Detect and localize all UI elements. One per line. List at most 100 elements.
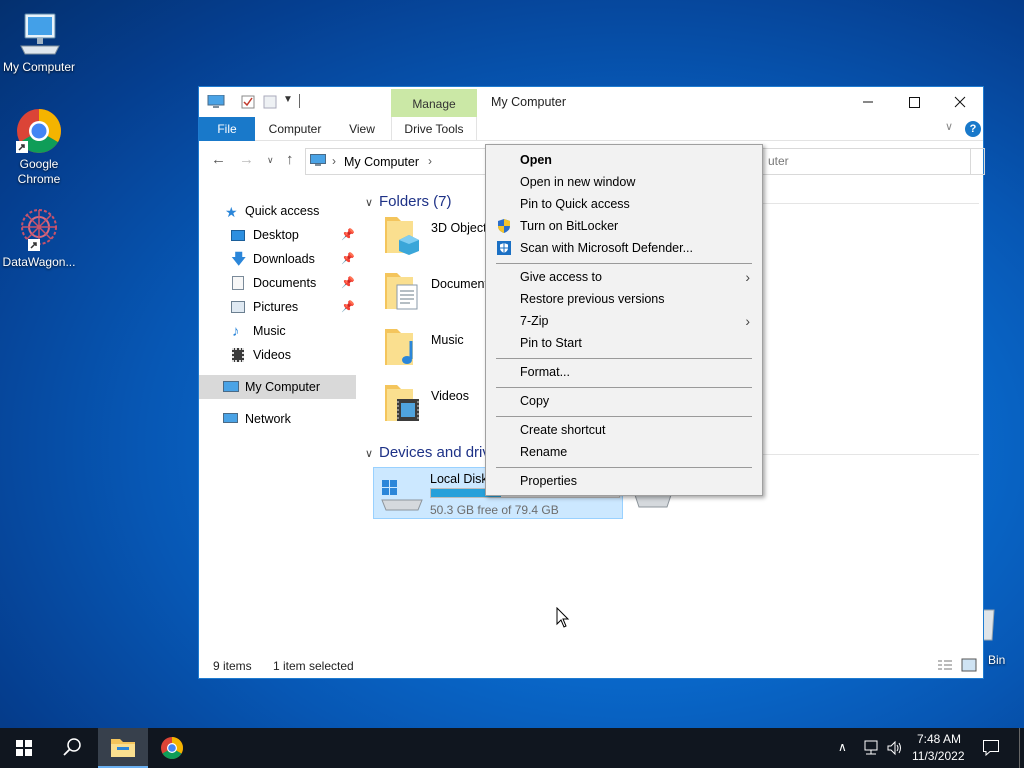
- desktop-icon-datawagon[interactable]: DataWagon...: [0, 205, 78, 270]
- pin-icon[interactable]: 📌: [341, 223, 355, 247]
- menu-item-defender-scan[interactable]: Scan with Microsoft Defender...: [486, 237, 762, 259]
- chevron-down-icon: ∨: [365, 197, 374, 209]
- menu-item-pin-start[interactable]: Pin to Start: [486, 332, 762, 354]
- recent-dropdown-icon[interactable]: ∨: [267, 155, 274, 166]
- notification-icon[interactable]: [982, 739, 1000, 760]
- context-menu: Open Open in new window Pin to Quick acc…: [485, 144, 763, 496]
- details-view-icon[interactable]: [937, 659, 953, 674]
- network-tray-icon[interactable]: [862, 740, 880, 759]
- file-explorer-taskbar-button[interactable]: [98, 728, 148, 768]
- sidebar-item-pictures[interactable]: Pictures 📌: [199, 295, 356, 319]
- maximize-button[interactable]: [891, 87, 937, 117]
- desktop-icon-my-computer[interactable]: My Computer: [0, 10, 78, 75]
- menu-item-give-access[interactable]: Give access to ›: [486, 266, 762, 288]
- menu-item-bitlocker[interactable]: Turn on BitLocker: [486, 215, 762, 237]
- folder-videos-icon[interactable]: [383, 379, 423, 421]
- menu-item-copy[interactable]: Copy: [486, 390, 762, 412]
- folder-label[interactable]: Document: [431, 277, 488, 291]
- folder-music-icon[interactable]: [383, 323, 423, 365]
- sidebar-item-videos[interactable]: Videos: [199, 343, 356, 367]
- computer-icon: [15, 10, 63, 58]
- new-folder-icon[interactable]: [263, 95, 277, 112]
- tab-drive-tools[interactable]: Drive Tools: [391, 117, 477, 141]
- download-arrow-icon: 🡇: [231, 251, 247, 268]
- qat-dropdown-icon[interactable]: ▼: [283, 94, 293, 105]
- desktop-icon-label: Google Chrome: [17, 157, 61, 186]
- menu-separator: [496, 358, 752, 359]
- sidebar-item-downloads[interactable]: 🡇 Downloads 📌: [199, 247, 356, 271]
- tab-view[interactable]: View: [339, 117, 385, 141]
- network-icon: [223, 413, 238, 423]
- folders-group-header[interactable]: ∨ Folders (7): [365, 193, 452, 210]
- sidebar-item-desktop[interactable]: Desktop 📌: [199, 223, 356, 247]
- ribbon-tabs: File Computer View Drive Tools ∨ ?: [199, 117, 983, 141]
- status-selection: 1 item selected: [273, 659, 354, 673]
- desktop-icon-label: My Computer: [2, 60, 76, 74]
- close-button[interactable]: [937, 87, 983, 117]
- taskbar: ∧ 7:48 AM 11/3/2022: [0, 728, 1024, 768]
- breadcrumb-chevron-icon[interactable]: ›: [332, 154, 336, 168]
- tab-computer[interactable]: Computer: [261, 117, 329, 141]
- search-input[interactable]: uter: [759, 148, 971, 175]
- sidebar-item-music[interactable]: ♪ Music: [199, 319, 356, 343]
- clock-time[interactable]: 7:48 AM: [917, 732, 961, 746]
- forward-arrow-icon[interactable]: →: [239, 151, 254, 168]
- expand-ribbon-icon[interactable]: ∨: [945, 120, 953, 133]
- pin-icon[interactable]: 📌: [341, 295, 355, 319]
- menu-separator: [496, 416, 752, 417]
- breadcrumb-chevron-icon[interactable]: ›: [428, 154, 432, 168]
- clock-date[interactable]: 11/3/2022: [912, 749, 965, 763]
- music-note-icon: ♪: [232, 323, 240, 340]
- defender-icon: [496, 240, 512, 263]
- folder-documents-icon[interactable]: [383, 267, 423, 310]
- back-arrow-icon[interactable]: ←: [211, 151, 226, 168]
- large-icons-view-icon[interactable]: [961, 658, 977, 675]
- chrome-taskbar-button[interactable]: [148, 728, 196, 768]
- windows-drive-icon: [378, 476, 426, 515]
- sidebar-item-my-computer[interactable]: My Computer: [199, 375, 356, 399]
- drive-free-space: 50.3 GB free of 79.4 GB: [430, 503, 559, 517]
- help-icon[interactable]: ?: [965, 121, 981, 137]
- breadcrumb-my-computer[interactable]: My Computer: [344, 155, 419, 169]
- show-desktop-button[interactable]: [1019, 728, 1024, 768]
- folder-label[interactable]: Videos: [431, 389, 469, 403]
- folder-label[interactable]: Music: [431, 333, 464, 347]
- sidebar-item-documents[interactable]: Documents 📌: [199, 271, 356, 295]
- tab-manage[interactable]: Manage: [391, 89, 477, 117]
- pin-icon[interactable]: 📌: [341, 271, 355, 295]
- devices-group-header[interactable]: ∨ Devices and drivi: [365, 444, 493, 461]
- navigation-pane: ★ Quick access Desktop 📌 🡇 Downloads 📌 D…: [199, 181, 359, 651]
- menu-item-restore-versions[interactable]: Restore previous versions: [486, 288, 762, 310]
- desktop-icon-chrome[interactable]: Google Chrome: [0, 107, 78, 187]
- folder-3d-objects-icon[interactable]: [383, 211, 423, 255]
- folder-label[interactable]: 3D Objects: [431, 221, 493, 235]
- properties-icon[interactable]: [241, 95, 255, 112]
- volume-icon[interactable]: [886, 740, 904, 759]
- status-item-count: 9 items: [213, 659, 252, 673]
- desktop-icon-label: DataWagon...: [2, 255, 76, 269]
- menu-item-7zip[interactable]: 7-Zip ›: [486, 310, 762, 332]
- computer-icon: [223, 381, 239, 392]
- search-icon[interactable]: [48, 728, 96, 768]
- menu-item-create-shortcut[interactable]: Create shortcut: [486, 419, 762, 441]
- pin-icon[interactable]: 📌: [341, 247, 355, 271]
- computer-small-icon: [310, 154, 326, 170]
- start-button[interactable]: [0, 728, 48, 768]
- up-arrow-icon[interactable]: ↑: [286, 151, 294, 168]
- drive-name: Local Disk: [430, 472, 488, 486]
- sidebar-item-network[interactable]: Network: [199, 407, 356, 431]
- tab-file[interactable]: File: [199, 117, 255, 141]
- menu-separator: [496, 387, 752, 388]
- menu-separator: [496, 467, 752, 468]
- film-icon: [232, 348, 244, 362]
- sidebar-item-quick-access[interactable]: ★ Quick access: [199, 199, 356, 223]
- menu-item-format[interactable]: Format...: [486, 361, 762, 383]
- menu-item-properties[interactable]: Properties: [486, 470, 762, 492]
- menu-item-pin-quick-access[interactable]: Pin to Quick access: [486, 193, 762, 215]
- menu-item-open[interactable]: Open: [486, 149, 762, 171]
- menu-item-rename[interactable]: Rename: [486, 441, 762, 463]
- chevron-up-icon[interactable]: ∧: [838, 740, 847, 754]
- star-icon: ★: [225, 204, 238, 220]
- minimize-button[interactable]: [845, 87, 891, 117]
- menu-item-open-new-window[interactable]: Open in new window: [486, 171, 762, 193]
